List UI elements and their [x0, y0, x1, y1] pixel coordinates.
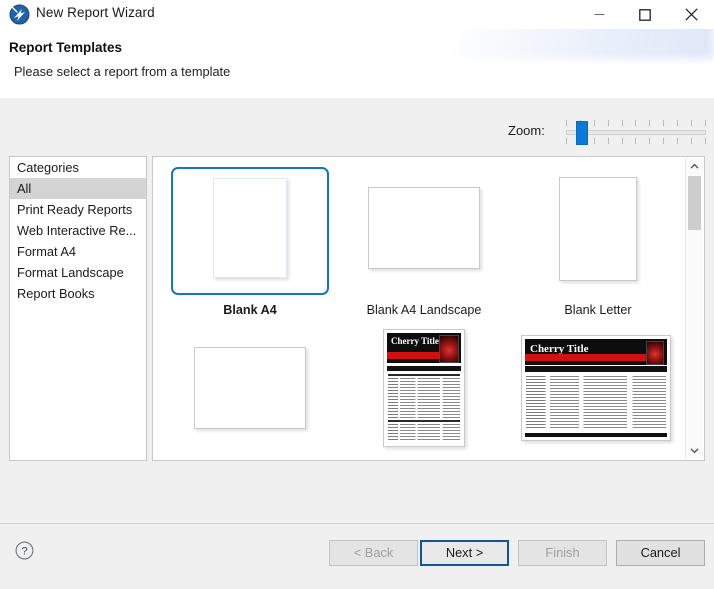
template-item-blank-letter[interactable]: Blank Letter [511, 163, 685, 317]
categories-list-header: Categories [17, 160, 79, 175]
cherry-report-band [387, 352, 440, 359]
templates-grid: Blank A4 Blank A4 Landscape Blank Letter [153, 157, 687, 460]
scrollbar-thumb[interactable] [688, 176, 701, 230]
help-icon[interactable]: ? [15, 541, 34, 560]
template-item-cherry-landscape[interactable]: Cherry Title [511, 323, 685, 460]
wizard-header: Report Templates Please select a report … [0, 29, 714, 99]
zoom-slider[interactable] [564, 116, 708, 150]
close-icon[interactable] [668, 0, 714, 29]
cherry-report-header: Cherry Title [525, 339, 667, 365]
cherry-report-band [525, 354, 646, 361]
cherry-report-title: Cherry Title [391, 336, 439, 346]
template-thumbnail [368, 187, 480, 269]
cherry-report-image [646, 341, 664, 365]
page-title: Report Templates [9, 40, 123, 55]
cancel-button[interactable]: Cancel [616, 540, 705, 566]
cherry-report-preview: Cherry Title [384, 330, 464, 446]
template-thumbnail [213, 178, 287, 278]
chevron-down-icon[interactable] [686, 442, 703, 459]
template-caption: Blank A4 Landscape [366, 303, 482, 317]
window-title: New Report Wizard [36, 5, 155, 20]
cherry-report-preview: Cherry Title [522, 336, 670, 440]
zoom-control: Zoom: [508, 116, 708, 150]
cherry-report-columnbar [387, 366, 461, 371]
templates-scrollbar[interactable] [685, 158, 703, 459]
template-thumbnail [559, 177, 637, 281]
cherry-report-columnbar [525, 366, 667, 372]
next-button[interactable]: Next > [420, 540, 509, 566]
window-controls [576, 0, 714, 29]
cherry-report-image [439, 335, 459, 363]
cherry-report-rows [526, 376, 666, 430]
templates-gallery[interactable]: Blank A4 Blank A4 Landscape Blank Letter [152, 156, 705, 461]
category-item-all[interactable]: All [10, 178, 146, 199]
new-report-wizard-window: New Report Wizard Report Templates Pleas… [0, 0, 714, 589]
template-item-cherry-portrait[interactable]: Cherry Title [337, 323, 511, 460]
template-thumbnail: Cherry Title [521, 335, 671, 441]
back-button: < Back [329, 540, 418, 566]
zoom-label: Zoom: [508, 123, 545, 138]
wizard-footer: ? < Back Next > Finish Cancel [0, 523, 714, 589]
zoom-slider-thumb[interactable] [576, 121, 588, 145]
cherry-report-footer [525, 433, 667, 437]
category-item-print-ready-reports[interactable]: Print Ready Reports [10, 199, 146, 220]
template-item-blank-a4-landscape[interactable]: Blank A4 Landscape [337, 163, 511, 317]
svg-text:?: ? [21, 546, 27, 558]
maximize-icon[interactable] [622, 0, 668, 29]
wizard-body: Zoom: Categories All Print Ready Reports… [0, 98, 714, 523]
template-item-blank-a4[interactable]: Blank A4 [163, 163, 337, 317]
page-subtitle: Please select a report from a template [14, 64, 231, 79]
minimize-icon[interactable] [576, 0, 622, 29]
cherry-report-rows [388, 374, 460, 442]
template-caption: Blank A4 [223, 303, 277, 317]
category-item-format-landscape[interactable]: Format Landscape [10, 262, 146, 283]
category-item-report-books[interactable]: Report Books [10, 283, 146, 304]
header-gradient-decoration [454, 29, 714, 59]
report-wizard-icon [9, 4, 30, 25]
category-item-format-a4[interactable]: Format A4 [10, 241, 146, 262]
template-thumbnail: Cherry Title [383, 329, 465, 447]
finish-button: Finish [518, 540, 607, 566]
chevron-up-icon[interactable] [686, 158, 703, 175]
template-caption: Blank Letter [564, 303, 632, 317]
template-item-blank-landscape-2[interactable] [163, 323, 337, 460]
template-thumbnail [194, 347, 306, 429]
categories-list[interactable]: Categories All Print Ready Reports Web I… [9, 156, 147, 461]
title-bar: New Report Wizard [0, 0, 714, 29]
category-item-web-interactive-reports[interactable]: Web Interactive Re... [10, 220, 146, 241]
